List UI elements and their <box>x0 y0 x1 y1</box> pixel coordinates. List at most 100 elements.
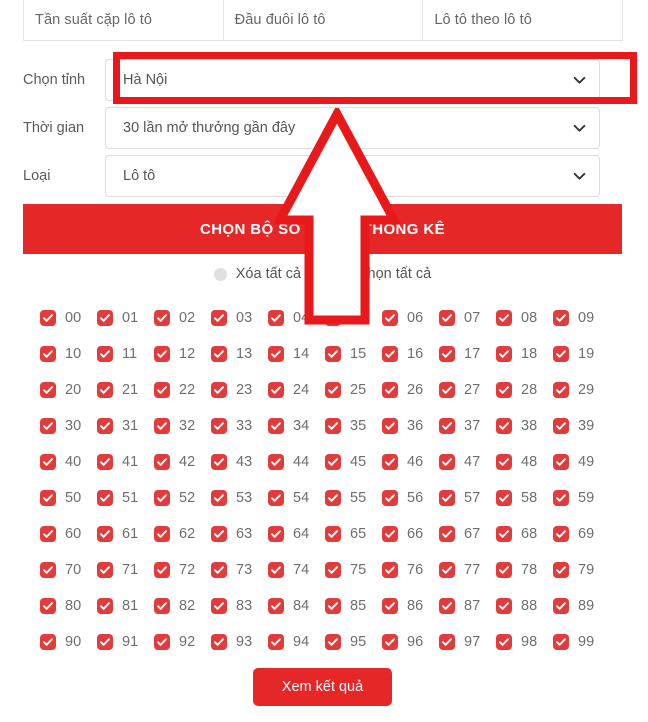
number-checkbox-item-14[interactable]: 14 <box>268 346 325 362</box>
number-checkbox-item-89[interactable]: 89 <box>553 598 610 614</box>
number-checkbox-item-13[interactable]: 13 <box>211 346 268 362</box>
checkmark-icon[interactable] <box>211 526 227 542</box>
number-checkbox-item-82[interactable]: 82 <box>154 598 211 614</box>
province-select[interactable]: Hà Nội <box>105 58 600 101</box>
checkmark-icon[interactable] <box>439 382 455 398</box>
checkmark-icon[interactable] <box>553 526 569 542</box>
clear-all-option[interactable]: Xóa tất cả <box>213 266 301 282</box>
number-checkbox-item-87[interactable]: 87 <box>439 598 496 614</box>
number-checkbox-item-36[interactable]: 36 <box>382 418 439 434</box>
checkmark-icon[interactable] <box>325 454 341 470</box>
checkmark-icon[interactable] <box>382 490 398 506</box>
number-checkbox-item-78[interactable]: 78 <box>496 562 553 578</box>
number-checkbox-item-09[interactable]: 09 <box>553 310 610 326</box>
checkmark-icon[interactable] <box>553 634 569 650</box>
type-select[interactable]: Lô tô <box>105 154 600 197</box>
number-checkbox-item-22[interactable]: 22 <box>154 382 211 398</box>
number-checkbox-item-74[interactable]: 74 <box>268 562 325 578</box>
number-checkbox-item-85[interactable]: 85 <box>325 598 382 614</box>
checkmark-icon[interactable] <box>40 598 56 614</box>
checkmark-icon[interactable] <box>325 634 341 650</box>
number-checkbox-item-72[interactable]: 72 <box>154 562 211 578</box>
number-checkbox-item-40[interactable]: 40 <box>40 454 97 470</box>
checkmark-icon[interactable] <box>154 310 170 326</box>
number-checkbox-item-58[interactable]: 58 <box>496 490 553 506</box>
number-checkbox-item-96[interactable]: 96 <box>382 634 439 650</box>
number-checkbox-item-35[interactable]: 35 <box>325 418 382 434</box>
checkmark-icon[interactable] <box>97 454 113 470</box>
number-checkbox-item-52[interactable]: 52 <box>154 490 211 506</box>
number-checkbox-item-07[interactable]: 07 <box>439 310 496 326</box>
checkmark-icon[interactable] <box>154 598 170 614</box>
number-checkbox-item-68[interactable]: 68 <box>496 526 553 542</box>
checkmark-icon[interactable] <box>211 310 227 326</box>
checkmark-icon[interactable] <box>268 310 284 326</box>
checkmark-icon[interactable] <box>553 346 569 362</box>
checkmark-icon[interactable] <box>211 418 227 434</box>
number-checkbox-item-47[interactable]: 47 <box>439 454 496 470</box>
checkmark-icon[interactable] <box>211 634 227 650</box>
number-checkbox-item-57[interactable]: 57 <box>439 490 496 506</box>
number-checkbox-item-25[interactable]: 25 <box>325 382 382 398</box>
checkmark-icon[interactable] <box>268 418 284 434</box>
checkmark-icon[interactable] <box>268 634 284 650</box>
checkmark-icon[interactable] <box>97 382 113 398</box>
checkmark-icon[interactable] <box>439 598 455 614</box>
number-checkbox-item-69[interactable]: 69 <box>553 526 610 542</box>
number-checkbox-item-31[interactable]: 31 <box>97 418 154 434</box>
checkmark-icon[interactable] <box>496 598 512 614</box>
number-checkbox-item-37[interactable]: 37 <box>439 418 496 434</box>
checkmark-icon[interactable] <box>211 382 227 398</box>
checkmark-icon[interactable] <box>496 634 512 650</box>
number-checkbox-item-95[interactable]: 95 <box>325 634 382 650</box>
number-checkbox-item-26[interactable]: 26 <box>382 382 439 398</box>
checkmark-icon[interactable] <box>382 562 398 578</box>
number-checkbox-item-34[interactable]: 34 <box>268 418 325 434</box>
checkmark-icon[interactable] <box>325 310 341 326</box>
number-checkbox-item-92[interactable]: 92 <box>154 634 211 650</box>
checkmark-icon[interactable] <box>439 346 455 362</box>
number-checkbox-item-16[interactable]: 16 <box>382 346 439 362</box>
checkmark-icon[interactable] <box>382 310 398 326</box>
number-checkbox-item-46[interactable]: 46 <box>382 454 439 470</box>
checkmark-icon[interactable] <box>211 490 227 506</box>
number-checkbox-item-04[interactable]: 04 <box>268 310 325 326</box>
number-checkbox-item-73[interactable]: 73 <box>211 562 268 578</box>
number-checkbox-item-30[interactable]: 30 <box>40 418 97 434</box>
number-checkbox-item-21[interactable]: 21 <box>97 382 154 398</box>
number-checkbox-item-15[interactable]: 15 <box>325 346 382 362</box>
checkmark-icon[interactable] <box>439 526 455 542</box>
checkmark-icon[interactable] <box>496 562 512 578</box>
checkmark-icon[interactable] <box>325 598 341 614</box>
checkmark-icon[interactable] <box>268 598 284 614</box>
checkmark-icon[interactable] <box>496 418 512 434</box>
checkmark-icon[interactable] <box>325 490 341 506</box>
checkmark-icon[interactable] <box>268 346 284 362</box>
number-checkbox-item-41[interactable]: 41 <box>97 454 154 470</box>
checkmark-icon[interactable] <box>40 382 56 398</box>
select-all-option[interactable]: Chọn tất cả <box>357 266 431 282</box>
checkmark-icon[interactable] <box>154 526 170 542</box>
time-select-wrapper[interactable]: 30 lần mở thưởng gần đây <box>105 106 600 149</box>
number-checkbox-item-56[interactable]: 56 <box>382 490 439 506</box>
checkmark-icon[interactable] <box>439 418 455 434</box>
checkmark-icon[interactable] <box>439 310 455 326</box>
number-checkbox-item-79[interactable]: 79 <box>553 562 610 578</box>
checkmark-icon[interactable] <box>553 418 569 434</box>
number-checkbox-item-60[interactable]: 60 <box>40 526 97 542</box>
number-checkbox-item-44[interactable]: 44 <box>268 454 325 470</box>
number-checkbox-item-98[interactable]: 98 <box>496 634 553 650</box>
number-checkbox-item-75[interactable]: 75 <box>325 562 382 578</box>
checkmark-icon[interactable] <box>154 346 170 362</box>
number-checkbox-item-03[interactable]: 03 <box>211 310 268 326</box>
checkmark-icon[interactable] <box>325 418 341 434</box>
checkmark-icon[interactable] <box>97 526 113 542</box>
number-checkbox-item-97[interactable]: 97 <box>439 634 496 650</box>
checkmark-icon[interactable] <box>382 526 398 542</box>
checkmark-icon[interactable] <box>553 490 569 506</box>
checkmark-icon[interactable] <box>40 346 56 362</box>
checkmark-icon[interactable] <box>325 562 341 578</box>
number-checkbox-item-94[interactable]: 94 <box>268 634 325 650</box>
number-checkbox-item-63[interactable]: 63 <box>211 526 268 542</box>
checkmark-icon[interactable] <box>40 562 56 578</box>
